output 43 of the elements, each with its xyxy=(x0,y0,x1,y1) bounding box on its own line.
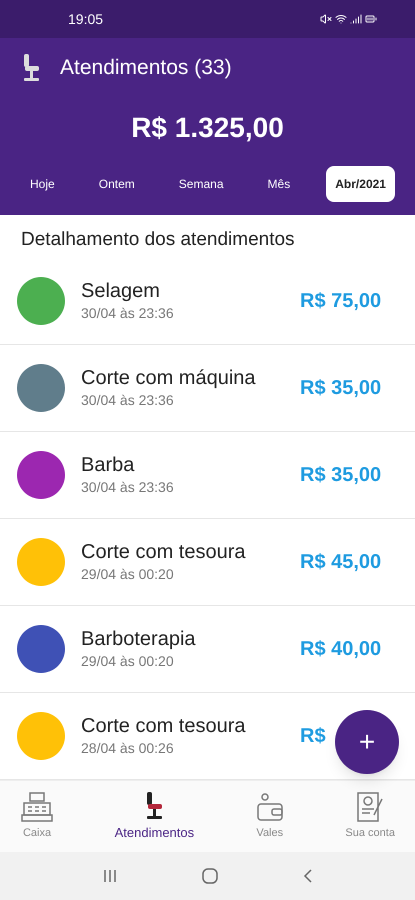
document-pen-icon xyxy=(355,791,386,824)
service-date: 29/04 às 00:20 xyxy=(81,564,175,584)
service-price: R$ 35,00 xyxy=(300,464,382,486)
add-button[interactable]: + xyxy=(335,710,399,774)
service-name: Barba xyxy=(81,452,136,476)
wallet-icon xyxy=(254,791,285,824)
nav-item[interactable]: Atendimentos xyxy=(114,790,194,842)
service-price: R$ 45,00 xyxy=(300,551,382,573)
appointment-row[interactable]: Barba 30/04 às 23:36 R$ 35,00 xyxy=(0,432,415,519)
period-tab[interactable]: Mês xyxy=(260,166,298,202)
total-amount: R$ 1.325,00 xyxy=(131,111,284,145)
service-name: Corte com tesoura xyxy=(81,714,247,738)
service-name: Selagem xyxy=(81,278,161,302)
period-tab[interactable]: Semana xyxy=(170,166,232,202)
service-price: R$ 75,00 xyxy=(300,290,382,312)
status-time: 19:05 xyxy=(68,10,104,28)
service-price: R$ xyxy=(300,725,326,747)
service-price: R$ 40,00 xyxy=(300,638,382,660)
home-icon[interactable] xyxy=(200,867,218,885)
signal-icon xyxy=(350,13,362,25)
battery-icon xyxy=(365,13,377,25)
service-name: Corte com máquina xyxy=(81,366,257,390)
service-date: 30/04 às 23:36 xyxy=(81,390,175,410)
appointment-row[interactable]: Selagem 30/04 às 23:36 R$ 75,00 xyxy=(0,258,415,345)
service-date: 30/04 às 23:36 xyxy=(81,478,175,496)
recent-apps-icon[interactable] xyxy=(102,868,118,884)
period-tab[interactable]: Hoje xyxy=(22,166,63,202)
appointment-row[interactable]: Corte com máquina 30/04 às 23:36 R$ 35,00 xyxy=(0,345,415,432)
period-tab[interactable]: Abr/2021 xyxy=(326,166,395,202)
service-date: 30/04 às 23:36 xyxy=(81,304,175,322)
service-name: Corte com tesoura xyxy=(81,540,247,564)
service-date: 28/04 às 00:26 xyxy=(81,738,175,758)
section-title: Detalhamento dos atendimentos xyxy=(21,228,295,252)
period-tab[interactable]: Ontem xyxy=(90,166,143,202)
appointment-row[interactable]: Corte com tesoura 29/04 às 00:20 R$ 45,00 xyxy=(0,519,415,606)
cash-register-icon xyxy=(20,791,54,824)
service-date: 29/04 às 00:20 xyxy=(81,652,175,670)
back-icon[interactable] xyxy=(302,868,314,884)
service-name: Barboterapia xyxy=(81,626,197,650)
service-price: R$ 35,00 xyxy=(300,377,382,399)
mute-icon xyxy=(320,13,332,25)
appointment-row[interactable]: Barboterapia 29/04 às 00:20 R$ 40,00 xyxy=(0,606,415,693)
header-title: Atendimentos (33) xyxy=(60,55,232,82)
